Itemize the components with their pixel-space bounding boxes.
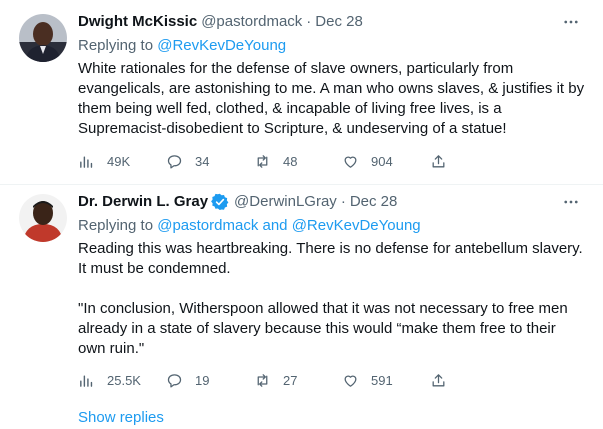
tweet[interactable]: Dwight McKissic @pastordmack · Dec 28 Re… (0, 0, 603, 185)
comment-icon (167, 373, 182, 388)
like-button[interactable]: 591 (342, 372, 430, 389)
bar-chart-icon (80, 156, 93, 168)
tweet-actions: 25.5K 19 27 591 (78, 370, 518, 390)
author-handle[interactable]: @pastordmack (201, 12, 302, 32)
mention-link[interactable]: @RevKevDeYoung (157, 37, 286, 54)
separator-dot: · (340, 193, 346, 210)
avatar[interactable] (19, 194, 67, 242)
heart-icon (344, 375, 357, 387)
tweet-actions: 49K 34 48 904 (78, 151, 518, 171)
tweet-content: Dr. Derwin L. Gray @DerwinLGray · Dec 28… (78, 192, 587, 359)
replying-to-label: Replying to (78, 37, 158, 54)
verified-badge-icon (211, 193, 229, 211)
tweet[interactable]: Dr. Derwin L. Gray @DerwinLGray · Dec 28… (0, 186, 603, 429)
replying-to-label: Replying to (78, 217, 158, 234)
share-button[interactable] (430, 153, 518, 170)
like-button[interactable]: 904 (342, 153, 430, 170)
more-horizontal-icon[interactable] (561, 12, 581, 32)
replying-to: Replying to @RevKevDeYoung (78, 36, 587, 56)
retweet-icon (257, 373, 268, 387)
tweet-date[interactable]: Dec 28 (315, 12, 363, 32)
reply-button[interactable]: 34 (166, 153, 254, 170)
mention-link[interactable]: @pastordmack (157, 217, 258, 234)
tweet-text: White rationales for the defense of slav… (78, 59, 587, 139)
author-handle[interactable]: @DerwinLGray (234, 192, 337, 212)
author-name[interactable]: Dwight McKissic (78, 12, 197, 32)
views-count: 25.5K (107, 372, 141, 388)
share-icon (432, 373, 445, 386)
retweet-button[interactable]: 48 (254, 153, 342, 170)
tweet-header: Dr. Derwin L. Gray @DerwinLGray · Dec 28 (78, 192, 587, 212)
tweet-paragraph: "In conclusion, Witherspoon allowed that… (78, 300, 568, 357)
tweet-header: Dwight McKissic @pastordmack · Dec 28 (78, 12, 587, 32)
tweet-date[interactable]: Dec 28 (350, 192, 398, 212)
share-icon (432, 154, 445, 167)
retweet-count: 27 (283, 372, 298, 388)
reply-count: 19 (195, 372, 210, 388)
mention-joiner: and (258, 217, 292, 234)
share-button[interactable] (430, 372, 518, 389)
heart-icon (344, 156, 357, 168)
comment-icon (167, 154, 182, 169)
replying-to: Replying to @pastordmack and @RevKevDeYo… (78, 216, 587, 236)
tweet-text: Reading this was heartbreaking. There is… (78, 239, 587, 359)
retweet-count: 48 (283, 153, 298, 169)
views-button[interactable]: 25.5K (78, 372, 166, 389)
retweet-icon (257, 154, 268, 168)
bar-chart-icon (80, 375, 93, 387)
avatar[interactable] (19, 14, 67, 62)
mention-link[interactable]: @RevKevDeYoung (292, 217, 421, 234)
author-name[interactable]: Dr. Derwin L. Gray (78, 192, 208, 212)
separator-dot: · (306, 13, 312, 30)
like-count: 591 (371, 372, 393, 388)
reply-button[interactable]: 19 (166, 372, 254, 389)
show-replies-link[interactable]: Show replies (78, 408, 164, 428)
tweet-paragraph: White rationales for the defense of slav… (78, 60, 585, 137)
tweet-content: Dwight McKissic @pastordmack · Dec 28 Re… (78, 12, 587, 139)
like-count: 904 (371, 153, 393, 169)
more-horizontal-icon[interactable] (561, 192, 581, 212)
views-count: 49K (107, 153, 131, 169)
reply-count: 34 (195, 153, 210, 169)
views-button[interactable]: 49K (78, 153, 166, 170)
retweet-button[interactable]: 27 (254, 372, 342, 389)
tweet-paragraph: Reading this was heartbreaking. There is… (78, 240, 583, 277)
